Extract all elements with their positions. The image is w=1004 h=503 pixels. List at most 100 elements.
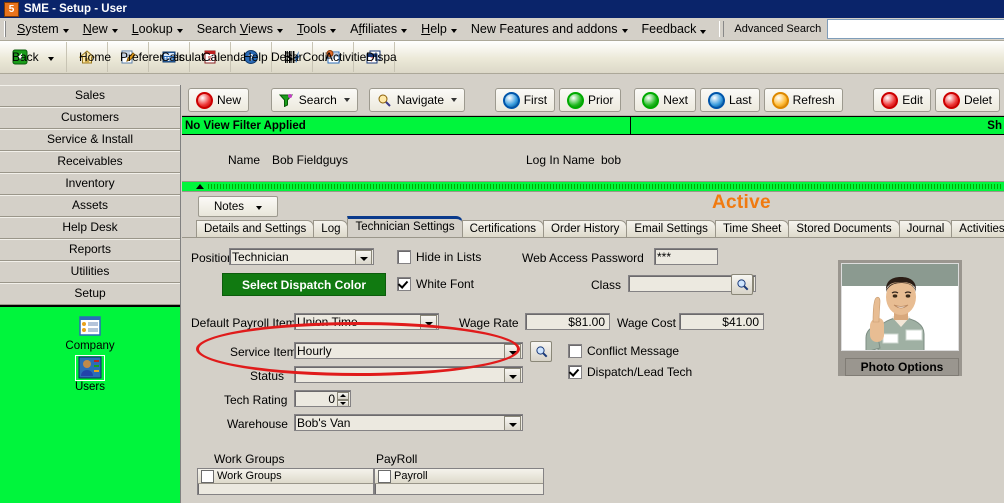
menu-item-feedback[interactable]: Feedback [635, 20, 714, 38]
refresh-button[interactable]: Refresh [763, 88, 843, 112]
new-record-button[interactable]: New [188, 88, 250, 112]
tab-time-sheet[interactable]: Time Sheet [714, 220, 790, 237]
search-button[interactable]: Search [270, 88, 358, 112]
last-icon [707, 91, 725, 109]
last-label: Last [728, 93, 752, 107]
toolbar-button-home[interactable]: Home [67, 42, 111, 72]
name-label: Name [228, 153, 261, 167]
menu-item-new[interactable]: New [76, 20, 125, 38]
select-dispatch-color-button[interactable]: Select Dispatch Color [222, 273, 386, 296]
class-lookup-button[interactable] [731, 274, 753, 295]
toolbar-button-preferences[interactable]: Preferences [108, 42, 185, 72]
edit-record-button[interactable]: Edit [873, 88, 931, 112]
warehouse-dropdown[interactable]: Bob's Van [294, 414, 523, 431]
sidebar-shortcuts: Company Users [0, 307, 180, 393]
sidebar-item-customers[interactable]: Customers [0, 107, 180, 129]
view-filter-bar[interactable]: No View Filter Applied Sh [182, 116, 1004, 135]
login-name-value[interactable]: bob [601, 153, 621, 167]
funnel-icon [278, 93, 295, 108]
wage-rate-input[interactable]: $81.00 [525, 313, 610, 330]
sidebar-item-inventory[interactable]: Inventory [0, 173, 180, 195]
wage-cost-input[interactable]: $41.00 [679, 313, 764, 330]
sidebar-item-receivables[interactable]: Receivables [0, 151, 180, 173]
hide-in-lists-checkbox[interactable]: Hide in Lists [397, 250, 481, 264]
white-font-checkbox[interactable]: White Font [397, 277, 474, 291]
wage-rate-label: Wage Rate [459, 316, 519, 330]
sidebar-item-setup[interactable]: Setup [0, 283, 180, 305]
tab-certifications[interactable]: Certifications [461, 220, 545, 237]
chevron-down-icon[interactable] [504, 368, 521, 382]
sidebar-item-service-install[interactable]: Service & Install [0, 129, 180, 151]
photo-options-button[interactable]: Photo Options [845, 358, 959, 376]
collapse-up-icon[interactable] [196, 184, 204, 189]
tab-details-and-settings[interactable]: Details and Settings [196, 220, 315, 237]
prior-icon [567, 91, 585, 109]
record-toolbar: New Search Navigate First Prior Next Las… [182, 85, 1004, 116]
sidebar-item-utilities[interactable]: Utilities [0, 261, 180, 283]
company-icon [76, 315, 104, 339]
name-value[interactable]: Bob Fieldguys [272, 153, 348, 167]
menu-item-affiliates[interactable]: Affiliates [343, 20, 414, 38]
tab-log[interactable]: Log [313, 220, 349, 237]
menu-item-search-views[interactable]: Search Views [190, 20, 290, 38]
last-record-button[interactable]: Last [699, 88, 760, 112]
title-bar: 5 SME - Setup - User [0, 0, 1004, 18]
tab-order-history[interactable]: Order History [543, 220, 628, 237]
web-access-password-input[interactable]: *** [654, 248, 718, 265]
navigate-button[interactable]: Navigate [368, 88, 466, 112]
menu-item-new-features[interactable]: New Features and addons [464, 20, 635, 38]
menu-item-tools[interactable]: Tools [290, 20, 343, 38]
tech-rating-stepper[interactable]: 0 [294, 390, 351, 407]
service-item-value: Hourly [297, 344, 332, 358]
payroll-grid[interactable]: Payroll [374, 468, 544, 495]
service-item-lookup-button[interactable] [530, 341, 552, 362]
menu-item-system[interactable]: System [10, 20, 76, 38]
sidebar-item-reports[interactable]: Reports [0, 239, 180, 261]
menu-grip[interactable] [4, 21, 6, 37]
navigate-label: Navigate [396, 93, 445, 107]
default-payroll-item-dropdown[interactable]: Union Time [294, 313, 439, 330]
splitter-grip[interactable] [208, 184, 1002, 189]
dispatch-lead-tech-checkbox[interactable]: Dispatch/Lead Tech [568, 365, 692, 379]
chevron-down-icon[interactable] [355, 250, 372, 264]
chevron-down-icon[interactable] [504, 344, 521, 358]
stepper-buttons[interactable] [337, 392, 349, 406]
tab-stored-documents[interactable]: Stored Documents [788, 220, 900, 237]
tab-technician-settings[interactable]: Technician Settings [347, 216, 463, 237]
position-dropdown[interactable]: Technician [229, 248, 374, 265]
sidebar-item-help-desk[interactable]: Help Desk [0, 217, 180, 239]
delete-record-button[interactable]: Delet [934, 88, 1000, 112]
advanced-search-grip[interactable] [719, 21, 725, 37]
service-item-dropdown[interactable]: Hourly [294, 342, 523, 359]
panel-splitter[interactable] [182, 181, 1004, 192]
chevron-down-icon[interactable] [420, 315, 437, 329]
tab-email-settings[interactable]: Email Settings [626, 220, 716, 237]
new-record-label: New [217, 93, 242, 107]
prior-record-button[interactable]: Prior [559, 88, 622, 112]
technician-photo[interactable] [841, 263, 959, 351]
new-icon [196, 91, 213, 109]
sidebar-item-assets[interactable]: Assets [0, 195, 180, 217]
status-dropdown[interactable] [294, 366, 523, 383]
notes-button[interactable]: Notes [198, 196, 278, 217]
next-record-button[interactable]: Next [634, 88, 696, 112]
stepper-up-icon[interactable] [337, 392, 349, 400]
toolbar-button-back[interactable]: Back [0, 42, 67, 72]
conflict-message-checkbox[interactable]: Conflict Message [568, 344, 679, 358]
stepper-down-icon[interactable] [337, 399, 349, 406]
tab-activities[interactable]: Activities [951, 220, 1004, 237]
sidebar-item-sales[interactable]: Sales [0, 85, 180, 107]
menu-item-help[interactable]: Help [414, 20, 464, 38]
sidebar-shortcut-users[interactable]: Users [0, 355, 180, 393]
tab-journal[interactable]: Journal [898, 220, 953, 237]
position-label: Position [191, 251, 234, 265]
chevron-down-icon[interactable] [504, 416, 521, 430]
menu-item-lookup[interactable]: Lookup [125, 20, 190, 38]
first-record-button[interactable]: First [494, 88, 556, 112]
advanced-search-input[interactable] [827, 19, 1004, 39]
chevron-down-icon [176, 28, 183, 33]
advanced-search: Advanced Search [719, 19, 1004, 39]
sidebar-shortcut-company[interactable]: Company [0, 315, 180, 352]
work-groups-grid[interactable]: Work Groups [197, 468, 374, 495]
icon-toolbar: Back Home Preferences Calculator 5 Calen… [0, 41, 1004, 74]
